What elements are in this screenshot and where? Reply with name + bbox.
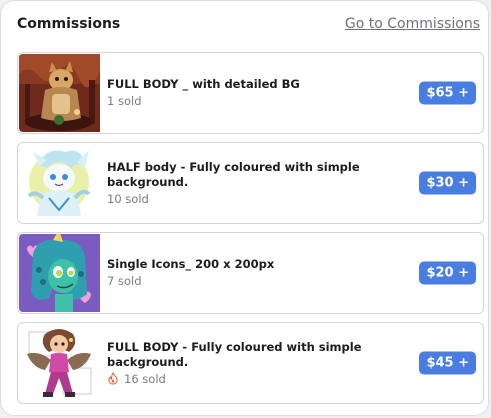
commission-sold-count: 10 sold bbox=[107, 191, 413, 207]
commission-name: FULL BODY _ with detailed BG bbox=[107, 77, 300, 91]
panel-header: Commissions Go to Commissions bbox=[17, 16, 480, 38]
price-badge[interactable]: $20 + bbox=[419, 261, 476, 285]
commission-thumbnail bbox=[19, 324, 100, 402]
commission-name: HALF body - Fully coloured with simple b… bbox=[107, 159, 360, 189]
sold-count-text: 1 sold bbox=[107, 94, 142, 108]
sold-count-text: 7 sold bbox=[107, 274, 142, 288]
go-to-commissions-link[interactable]: Go to Commissions bbox=[345, 16, 480, 32]
fire-icon bbox=[107, 371, 119, 385]
commission-sold-count: 7 sold bbox=[107, 273, 413, 289]
commission-card-half-body[interactable]: HALF body - Fully coloured with simple b… bbox=[17, 142, 484, 224]
price-badge[interactable]: $45 + bbox=[419, 351, 476, 375]
commission-name: Single Icons_ 200 x 200px bbox=[107, 257, 275, 271]
commission-thumbnail bbox=[19, 234, 100, 312]
commission-card-single-icons[interactable]: Single Icons_ 200 x 200px 7 sold $20 + bbox=[17, 232, 484, 314]
commission-card-full-body-detailed-bg[interactable]: FULL BODY _ with detailed BG 1 sold $65 … bbox=[17, 52, 484, 134]
commission-sold-count: 1 sold bbox=[107, 93, 413, 109]
panel-title: Commissions bbox=[17, 16, 121, 32]
commission-name: FULL BODY - Fully coloured with simple b… bbox=[107, 339, 362, 369]
commission-info: FULL BODY _ with detailed BG 1 sold bbox=[107, 53, 413, 133]
sold-count-text: 16 sold bbox=[124, 371, 166, 386]
price-badge[interactable]: $30 + bbox=[419, 171, 476, 195]
commissions-panel: Commissions Go to Commissions FULL BODY … bbox=[0, 0, 489, 416]
commission-info: HALF body - Fully coloured with simple b… bbox=[107, 143, 413, 223]
commission-info: FULL BODY - Fully coloured with simple b… bbox=[107, 323, 413, 403]
commission-sold-count: 16 sold bbox=[107, 371, 413, 387]
sold-count-text: 10 sold bbox=[107, 191, 149, 206]
price-badge[interactable]: $65 + bbox=[419, 81, 476, 105]
commission-info: Single Icons_ 200 x 200px 7 sold bbox=[107, 233, 413, 313]
commission-thumbnail bbox=[19, 54, 100, 132]
commission-card-full-body-simple-bg[interactable]: FULL BODY - Fully coloured with simple b… bbox=[17, 322, 484, 404]
commission-thumbnail bbox=[19, 144, 100, 222]
